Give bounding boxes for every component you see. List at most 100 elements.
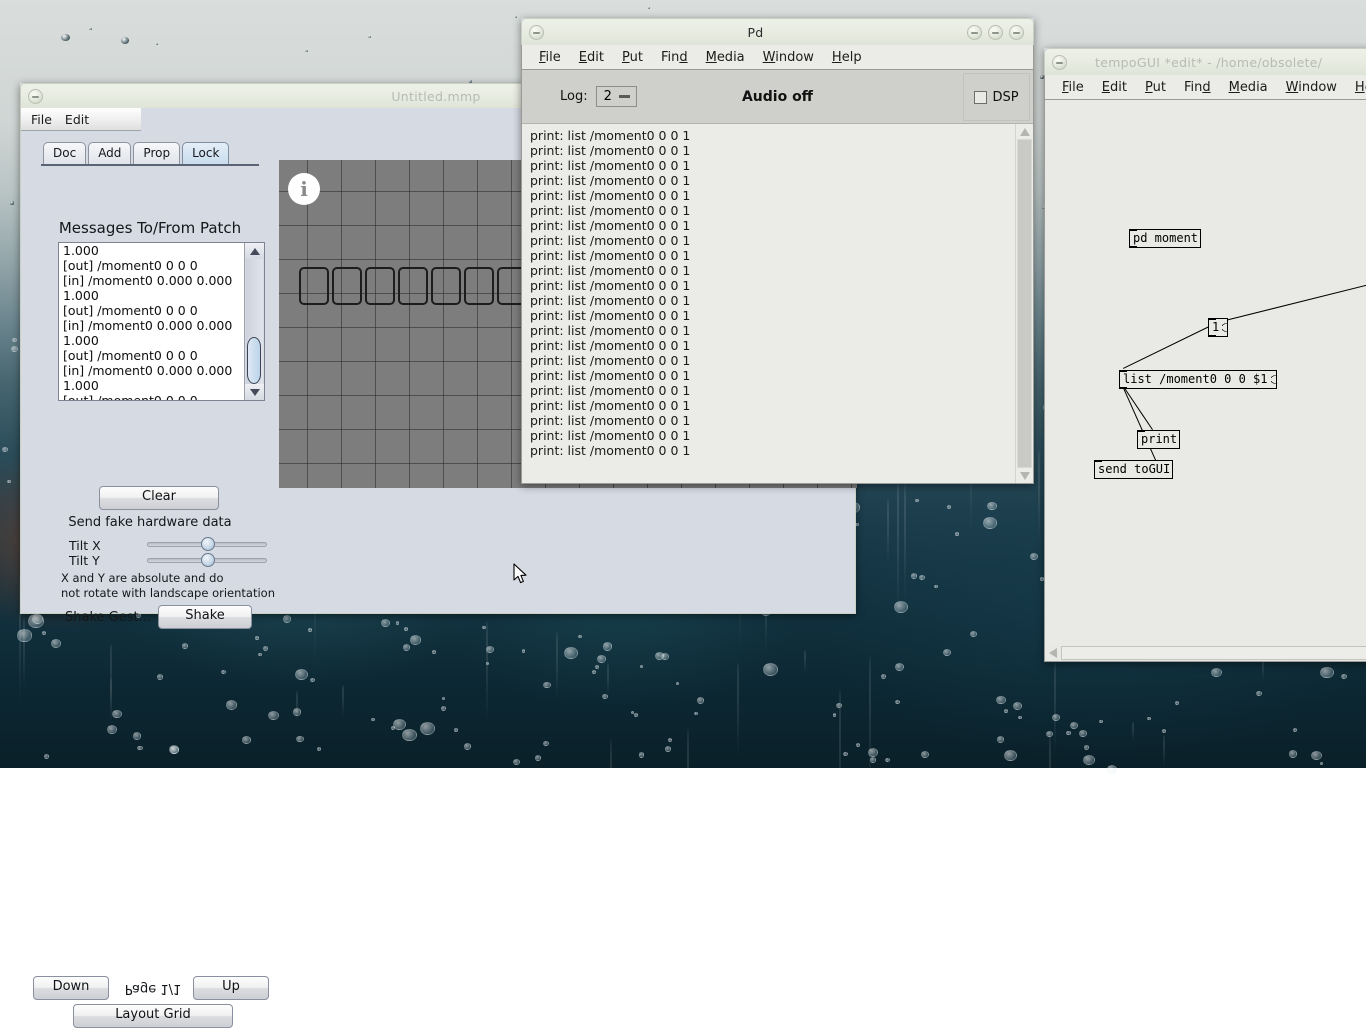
mmp-message-log[interactable]: 1.000 [out] /moment0 0 0 0 [in] /moment0 0… bbox=[58, 242, 265, 401]
rain-droplet bbox=[639, 664, 644, 668]
pd-console-output[interactable]: print: list /moment0 0 0 1 print: list /m… bbox=[522, 124, 1015, 483]
menu-file[interactable]: File bbox=[530, 48, 570, 67]
app-slot[interactable] bbox=[431, 267, 461, 305]
pd-object-box[interactable]: print bbox=[1137, 430, 1181, 449]
mmp-menubar[interactable]: File Edit bbox=[21, 108, 141, 131]
pd-window-title: Pd bbox=[747, 24, 764, 40]
pd-outlet[interactable] bbox=[1130, 246, 1137, 248]
app-slot[interactable] bbox=[299, 267, 329, 305]
menu-help[interactable]: Help bbox=[1346, 78, 1366, 97]
dsp-checkbox[interactable] bbox=[974, 90, 988, 104]
info-icon[interactable]: i bbox=[288, 173, 320, 205]
rain-droplet bbox=[921, 751, 930, 759]
console-line: print: list /moment0 0 0 1 bbox=[530, 398, 691, 413]
menu-file[interactable]: File bbox=[1053, 78, 1093, 97]
pd-inlet[interactable] bbox=[1209, 318, 1216, 320]
menu-window[interactable]: Window bbox=[1277, 78, 1346, 97]
pd-inlet[interactable] bbox=[1095, 460, 1102, 462]
pd-window-controls[interactable] bbox=[967, 24, 1024, 40]
mmp-menu-edit[interactable]: Edit bbox=[65, 112, 89, 127]
menu-find[interactable]: Find bbox=[1175, 78, 1220, 97]
pd-inlet[interactable] bbox=[1130, 229, 1137, 231]
tab-prop[interactable]: Prop bbox=[133, 142, 181, 164]
tempo-hscroll-thumb[interactable] bbox=[1061, 646, 1366, 660]
mmp-log-line: 1.000 bbox=[63, 243, 99, 258]
tab-doc[interactable]: Doc bbox=[43, 142, 87, 164]
pd-menubar[interactable]: File Edit Put Find Media Window Help bbox=[522, 45, 1033, 70]
close-icon[interactable] bbox=[1009, 24, 1024, 40]
tempo-horizontal-scrollbar[interactable] bbox=[1045, 645, 1366, 661]
scroll-left-icon[interactable] bbox=[1045, 645, 1060, 661]
rain-droplet bbox=[121, 37, 130, 44]
dsp-toggle[interactable]: DSP bbox=[963, 73, 1030, 121]
scroll-up-icon[interactable] bbox=[245, 243, 264, 259]
rain-droplet bbox=[242, 736, 251, 744]
mmp-log-scrollbar[interactable] bbox=[244, 243, 264, 400]
tab-add[interactable]: Add bbox=[88, 142, 132, 164]
mmp-log-scroll-thumb[interactable] bbox=[247, 336, 261, 384]
menu-find[interactable]: Find bbox=[652, 48, 697, 67]
layout-grid-button[interactable]: Layout Grid bbox=[73, 1004, 233, 1028]
rain-droplet bbox=[594, 664, 599, 669]
pd-object-box[interactable]: send toGUI bbox=[1094, 460, 1174, 479]
pd-object-box[interactable]: pd moment bbox=[1129, 229, 1202, 248]
rain-droplet bbox=[602, 694, 608, 700]
console-line: print: list /moment0 0 0 1 bbox=[530, 278, 691, 293]
log-level-select[interactable]: 2 bbox=[595, 86, 637, 107]
page-down-button[interactable]: Down bbox=[33, 976, 109, 1000]
mmp-footer: Down Page 1/1 Up Layout Grid bbox=[21, 503, 857, 1028]
menu-put[interactable]: Put bbox=[613, 48, 652, 67]
rain-droplet bbox=[133, 732, 142, 740]
pd-titlebar[interactable]: Pd bbox=[521, 18, 1034, 45]
pd-console-scroll-thumb[interactable] bbox=[1017, 139, 1032, 468]
rain-droplet bbox=[1340, 673, 1348, 680]
pd-message-box[interactable]: 1 bbox=[1208, 318, 1229, 337]
scroll-down-icon[interactable] bbox=[245, 384, 264, 400]
minimize-icon[interactable] bbox=[1052, 54, 1067, 70]
rain-droplet bbox=[543, 740, 549, 746]
tempo-menubar[interactable]: FileEditPutFindMediaWindowHelp bbox=[1045, 75, 1366, 100]
menu-edit[interactable]: Edit bbox=[570, 48, 613, 67]
minimize-icon[interactable] bbox=[529, 24, 544, 40]
app-slot[interactable] bbox=[365, 267, 395, 305]
menu-edit[interactable]: Edit bbox=[1093, 78, 1136, 97]
pd-outlet[interactable] bbox=[1120, 387, 1127, 389]
app-slot[interactable] bbox=[398, 267, 428, 305]
page-up-button[interactable]: Up bbox=[193, 976, 269, 1000]
rain-droplet bbox=[1256, 690, 1262, 696]
mmp-menu-file[interactable]: File bbox=[31, 112, 52, 127]
rain-streak bbox=[110, 643, 113, 714]
menu-window[interactable]: Window bbox=[754, 48, 823, 67]
pd-message-box[interactable]: list /moment0 0 0 $1 bbox=[1119, 370, 1277, 389]
rain-droplet bbox=[1017, 715, 1022, 720]
tab-lock[interactable]: Lock bbox=[182, 142, 230, 164]
app-slot[interactable] bbox=[332, 267, 362, 305]
scroll-up-icon[interactable] bbox=[1016, 124, 1033, 139]
menu-media[interactable]: Media bbox=[697, 48, 754, 67]
mmp-tab-strip[interactable]: Doc Add Prop Lock bbox=[43, 142, 231, 164]
mmp-log-scroll-track[interactable] bbox=[246, 259, 263, 384]
page-indicator: Page 1/1 bbox=[124, 981, 182, 996]
minimize-icon[interactable] bbox=[967, 24, 982, 40]
pd-console-scrollbar[interactable] bbox=[1015, 124, 1033, 483]
patch-canvas[interactable]: pd moment 1 list /moment0 0 0 $1 print send … bbox=[1045, 100, 1366, 645]
pd-console-window[interactable]: Pd File Edit Put Find Media Window Help Log: 2… bbox=[521, 18, 1034, 484]
pd-inlet[interactable] bbox=[1120, 370, 1127, 372]
scroll-down-icon[interactable] bbox=[1016, 468, 1033, 483]
rain-droplet bbox=[996, 736, 1005, 743]
pd-outlet[interactable] bbox=[1209, 335, 1216, 337]
tempo-titlebar[interactable]: tempoGUI *edit* - /home/obsolete/ bbox=[1044, 48, 1366, 75]
rain-droplet bbox=[894, 662, 905, 672]
rain-droplet bbox=[32, 614, 43, 624]
app-slot[interactable] bbox=[464, 267, 494, 305]
console-line: print: list /moment0 0 0 1 bbox=[530, 293, 691, 308]
tempo-gui-patch-window[interactable]: tempoGUI *edit* - /home/obsolete/ File Ed… bbox=[1044, 48, 1366, 662]
console-line: print: list /moment0 0 0 1 bbox=[530, 248, 691, 263]
menu-help[interactable]: Help bbox=[823, 48, 871, 67]
console-line: print: list /moment0 0 0 1 bbox=[530, 233, 691, 248]
menu-put[interactable]: Put bbox=[1136, 78, 1175, 97]
minimize-icon[interactable] bbox=[28, 88, 43, 104]
menu-media[interactable]: Media bbox=[1220, 78, 1277, 97]
maximize-icon[interactable] bbox=[988, 24, 1003, 40]
pd-inlet[interactable] bbox=[1138, 430, 1145, 432]
